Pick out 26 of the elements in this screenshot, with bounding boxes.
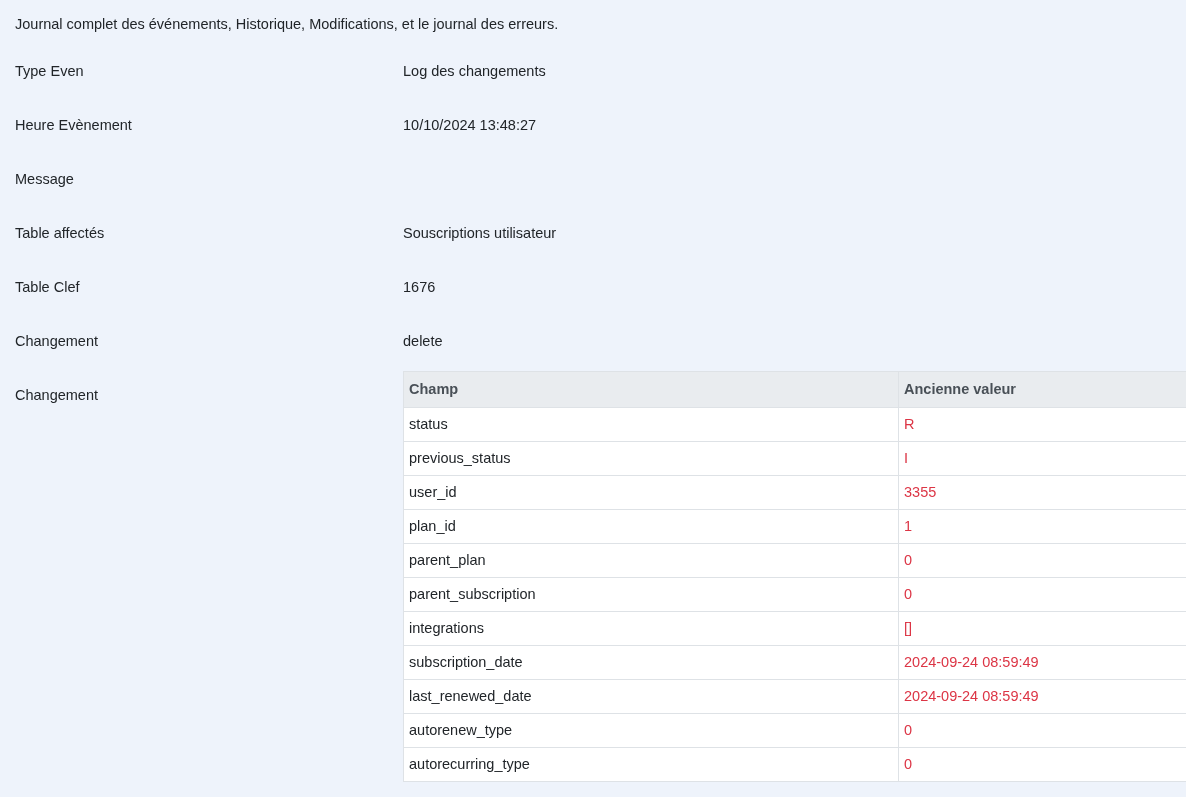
field-label: Heure Evènement	[15, 116, 133, 135]
field-value: Souscriptions utilisateur	[403, 224, 557, 243]
field-value: delete	[403, 332, 443, 351]
table-cell: parent_subscription	[403, 577, 899, 612]
column-header: Ancienne valeur	[898, 371, 1186, 408]
column-header: Champ	[403, 371, 899, 408]
page-description: Journal complet des événements, Historique, Modifications, et le journal des erreurs.	[15, 15, 560, 34]
table-cell: subscription_date	[403, 645, 899, 680]
field-value: 10/10/2024 13:48:27	[403, 116, 537, 135]
table-cell: parent_plan	[403, 543, 899, 578]
field-label: Table affectés	[15, 224, 106, 243]
table-cell: last_renewed_date	[403, 679, 899, 714]
field-label: Table Clef	[15, 278, 81, 297]
table-cell: autorenew_type	[403, 713, 899, 748]
table-cell: integrations	[403, 611, 899, 646]
field-value: 1676	[403, 278, 436, 297]
table-cell: previous_status	[403, 441, 899, 476]
field-label: Type Even	[15, 62, 85, 81]
table-cell: user_id	[403, 475, 899, 510]
field-label: Changement	[15, 386, 100, 405]
table-cell: autorecurring_type	[403, 747, 899, 782]
field-value: Log des changements	[403, 62, 546, 81]
field-label: Changement	[15, 332, 100, 351]
table-cell: plan_id	[403, 509, 899, 544]
field-label: Message	[15, 170, 75, 189]
table-cell: status	[403, 407, 899, 442]
